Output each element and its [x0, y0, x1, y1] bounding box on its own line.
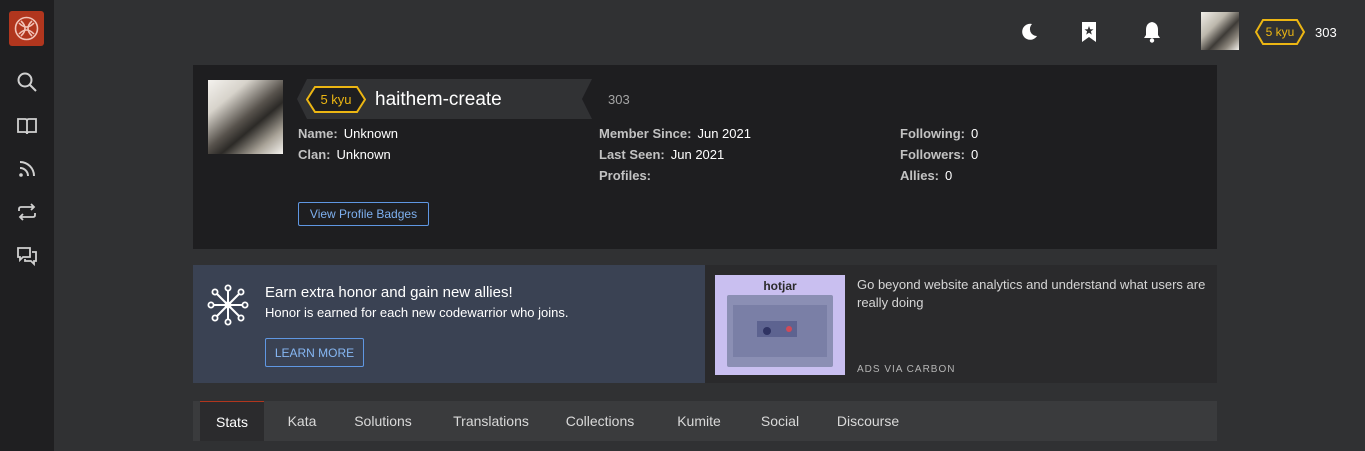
network-icon: [207, 284, 249, 326]
profile-honor: 303: [608, 92, 630, 107]
tab-collections[interactable]: Collections: [557, 401, 643, 441]
username: haithem-create: [375, 89, 502, 110]
profile-tabs: Stats Kata Solutions Translations Collec…: [193, 401, 1217, 441]
info-following: Following: 0: [900, 126, 978, 141]
bell-icon[interactable]: [1138, 18, 1166, 46]
info-value: 0: [970, 126, 979, 141]
tab-kata[interactable]: Kata: [274, 401, 330, 441]
invite-panel: Earn extra honor and gain new allies! Ho…: [193, 265, 705, 383]
codewars-logo-icon[interactable]: [9, 11, 44, 46]
info-name: Name: Unknown: [298, 126, 398, 141]
ad-screenshot: [727, 295, 833, 367]
info-value: 0: [945, 168, 953, 183]
bookmark-star-icon[interactable]: [1075, 18, 1103, 46]
invite-subtitle: Honor is earned for each new codewarrior…: [265, 305, 569, 320]
info-label: Member Since:: [599, 126, 692, 141]
rank-badge-label: 5 kyu: [1265, 25, 1295, 39]
info-allies: Allies: 0: [900, 168, 952, 183]
info-label: Profiles:: [599, 168, 652, 183]
tab-stats[interactable]: Stats: [200, 401, 264, 441]
ads-via-carbon[interactable]: ADS VIA CARBON: [857, 364, 955, 375]
ad-image[interactable]: hotjar: [715, 275, 845, 375]
info-label: Clan:: [298, 147, 331, 162]
info-label: Following:: [900, 126, 965, 141]
tab-kumite[interactable]: Kumite: [667, 401, 731, 441]
info-value: Jun 2021: [697, 126, 751, 141]
tab-social[interactable]: Social: [750, 401, 810, 441]
sidebar: [0, 0, 54, 451]
info-label: Name:: [298, 126, 338, 141]
search-icon[interactable]: [13, 68, 41, 96]
invite-title: Earn extra honor and gain new allies!: [265, 284, 513, 301]
info-label: Last Seen:: [599, 147, 665, 162]
ad-panel: hotjar Go beyond website analytics and u…: [705, 265, 1217, 383]
info-followers: Followers: 0: [900, 147, 978, 162]
ad-text[interactable]: Go beyond website analytics and understa…: [857, 276, 1207, 312]
book-icon[interactable]: [13, 112, 41, 140]
info-value: 0: [971, 147, 979, 162]
info-label: Allies:: [900, 168, 940, 183]
rank-badge: 5 kyu: [1255, 19, 1305, 45]
repeat-icon[interactable]: [13, 198, 41, 226]
tab-discourse[interactable]: Discourse: [829, 401, 907, 441]
user-avatar[interactable]: [1201, 12, 1239, 50]
honor-count: 303: [1315, 25, 1337, 40]
info-value: Unknown: [343, 126, 398, 141]
chat-icon[interactable]: [13, 242, 41, 270]
profile-avatar: [208, 80, 283, 154]
info-value: Jun 2021: [670, 147, 725, 162]
profile-rank-badge: 5 kyu: [306, 86, 366, 113]
tab-translations[interactable]: Translations: [444, 401, 538, 441]
info-value: Unknown: [336, 147, 391, 162]
info-member-since: Member Since: Jun 2021: [599, 126, 751, 141]
rss-icon[interactable]: [13, 155, 41, 183]
ad-brand: hotjar: [763, 279, 797, 293]
tab-solutions[interactable]: Solutions: [345, 401, 421, 441]
profile-card: 5 kyu haithem-create 303 Name: Unknown Cl…: [193, 65, 1217, 249]
learn-more-button[interactable]: LEARN MORE: [265, 338, 364, 367]
info-clan: Clan: Unknown: [298, 147, 391, 162]
info-last-seen: Last Seen: Jun 2021: [599, 147, 724, 162]
profile-rank-label: 5 kyu: [320, 92, 352, 107]
moon-icon[interactable]: [1015, 18, 1043, 46]
info-profiles: Profiles:: [599, 168, 657, 183]
info-label: Followers:: [900, 147, 966, 162]
view-profile-badges-button[interactable]: View Profile Badges: [298, 202, 429, 226]
